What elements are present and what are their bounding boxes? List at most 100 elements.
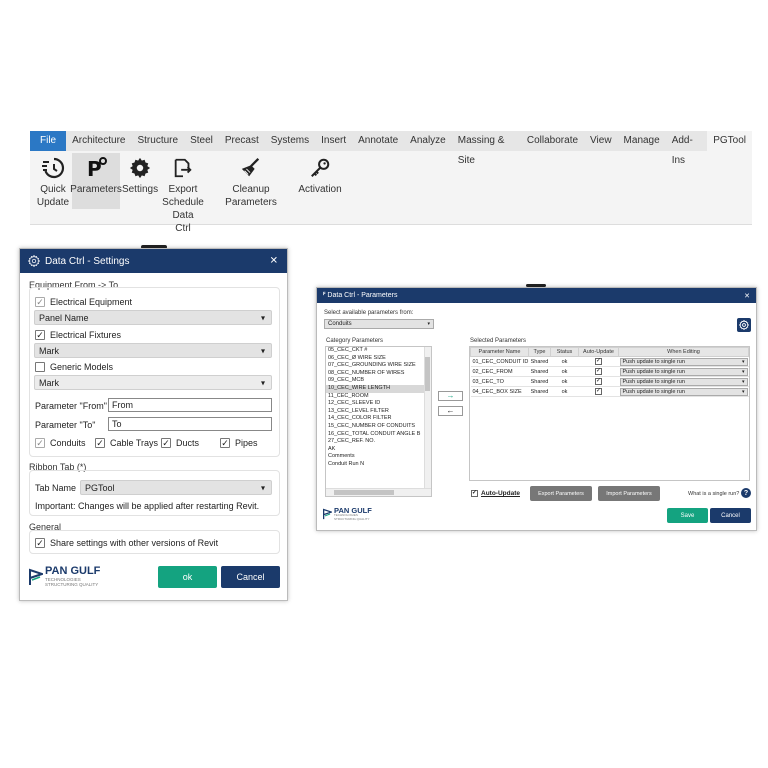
auto-update-checkbox[interactable]: ✓ Auto-Update [471,490,520,497]
share-settings-checkbox[interactable]: ✓ Share settings with other versions of R… [35,538,218,548]
col-auto-update[interactable]: Auto-Update [578,347,619,357]
cell-when-editing[interactable]: Push update to single run ▾ [618,366,749,377]
table-row[interactable]: 04_CEC_BOX SIZE Shared ok ✓ Push update to s… [470,386,749,397]
broom-icon [238,155,264,181]
help-icon[interactable]: ? [741,488,751,498]
cell-auto-update[interactable]: ✓ [578,376,619,387]
list-item[interactable]: 08_CEC_NUMBER OF WIRES [326,370,431,378]
list-item[interactable]: 15_CEC_NUMBER OF CONDUITS [326,423,431,431]
selected-params-grid[interactable]: Parameter Name Type Status Auto-Update W… [469,346,750,481]
tab-massing-site[interactable]: Massing & Site [452,131,521,166]
params-title: Data Ctrl - Parameters [327,292,398,299]
col-type[interactable]: Type [528,347,551,357]
cell-when-editing[interactable]: Push update to single run ▾ [618,356,749,367]
electrical-equipment-checkbox[interactable]: ✓ Electrical Equipment [35,297,132,307]
list-item[interactable]: 09_CEC_MCB [326,377,431,385]
single-run-help-link[interactable]: What is a single run? [688,491,739,497]
cell-auto-update[interactable]: ✓ [578,386,619,397]
params-titlebar[interactable]: ꟳ Data Ctrl - Parameters ✕ [317,288,756,303]
add-parameter-button[interactable]: → [438,391,463,401]
import-parameters-button[interactable]: Import Parameters [598,486,660,501]
pipes-checkbox[interactable]: ✓ Pipes [220,438,258,448]
tab-pgtool[interactable]: PGTool [707,131,752,151]
list-item[interactable]: 07_CEC_GROUNDING WIRE SIZE [326,362,431,370]
tab-file[interactable]: File [30,131,67,151]
cancel-button[interactable]: Cancel [710,508,751,523]
tab-structure[interactable]: Structure [131,131,184,151]
cable-trays-checkbox[interactable]: ✓ Cable Trays [95,438,158,448]
cell-auto-update[interactable]: ✓ [578,366,619,377]
gear-icon [739,320,749,330]
list-item[interactable]: 05_CEC_CKT # [326,347,431,355]
cancel-button[interactable]: Cancel [221,566,280,588]
parameters-button[interactable]: P Parameters [70,153,122,209]
tab-name-dropdown[interactable]: PGTool ▾ [80,480,272,495]
category-source-dropdown[interactable]: Conduits ▾ [324,319,434,329]
scroll-thumb[interactable] [334,490,394,495]
electrical-fixtures-checkbox[interactable]: ✓ Electrical Fixtures [35,330,121,340]
category-params-list[interactable]: 05_CEC_CKT #06_CEC_Ø WIRE SIZE 07_CEC_GRO… [325,346,432,497]
tab-architecture[interactable]: Architecture [66,131,131,151]
tab-analyze[interactable]: Analyze [404,131,452,151]
tab-add-ins[interactable]: Add-Ins [666,131,708,166]
equipment-param-dropdown[interactable]: Panel Name ▾ [34,310,272,325]
tab-steel[interactable]: Steel [184,131,219,151]
param-to-input[interactable]: To [108,417,272,431]
list-item[interactable]: 12_CEC_SLEEVE ID [326,400,431,408]
list-item[interactable]: 10_CEC_WIRE LENGTH [326,384,431,393]
list-item[interactable]: 11_CEC_ROOM [326,393,431,401]
list-item[interactable]: 14_CEC_COLOR FILTER [326,415,431,423]
list-item[interactable]: 13_CEC_LEVEL FILTER [326,408,431,416]
settings-button[interactable] [737,318,751,332]
table-row[interactable]: 03_CEC_TO Shared ok ✓ Push update to single … [470,376,749,387]
close-icon[interactable]: ✕ [744,292,750,300]
settings-titlebar[interactable]: Data Ctrl - Settings ✕ [20,249,287,273]
list-item[interactable]: Conduit Run N [326,461,431,469]
cell-auto-update[interactable]: ✓ [578,356,619,367]
tab-name-label: Tab Name [35,483,77,493]
list-item[interactable]: 06_CEC_Ø WIRE SIZE [326,355,431,363]
when-editing-dropdown[interactable]: Push update to single run ▾ [619,357,748,366]
quick-update-button[interactable]: Quick Update [34,153,72,211]
remove-parameter-button[interactable]: ← [438,406,463,416]
horizontal-scrollbar[interactable] [326,488,431,496]
export-schedule-button[interactable]: Export Schedule Data Ctrl [160,153,206,237]
param-from-input[interactable]: From [108,398,272,412]
save-button[interactable]: Save [667,508,708,523]
conduits-checkbox[interactable]: ✓ Conduits [35,438,86,448]
settings-button[interactable]: Settings [120,153,160,198]
pan-gulf-logo-icon [323,508,332,520]
generic-param-dropdown[interactable]: Mark ▾ [34,375,272,390]
tab-systems[interactable]: Systems [265,131,315,151]
tab-manage[interactable]: Manage [618,131,666,151]
export-parameters-button[interactable]: Export Parameters [530,486,592,501]
vertical-scrollbar[interactable] [424,347,431,490]
ducts-checkbox[interactable]: ✓ Ducts [161,438,199,448]
list-item[interactable]: AK [326,446,431,454]
col-status[interactable]: Status [550,347,579,357]
tab-insert[interactable]: Insert [315,131,352,151]
scroll-thumb[interactable] [425,357,430,391]
when-editing-dropdown[interactable]: Push update to single run ▾ [619,367,748,376]
table-row[interactable]: 01_CEC_CONDUIT ID Shared ok ✓ Push update to… [470,356,749,367]
fixtures-param-dropdown[interactable]: Mark ▾ [34,343,272,358]
col-parameter-name[interactable]: Parameter Name [470,347,529,357]
cell-when-editing[interactable]: Push update to single run ▾ [618,386,749,397]
tab-view[interactable]: View [584,131,618,151]
list-item[interactable]: 27_CEC_REF. NO. [326,438,431,446]
list-item[interactable]: 16_CEC_TOTAL CONDUIT ANGLE B [326,431,431,439]
cleanup-parameters-button[interactable]: Cleanup Parameters [206,153,296,211]
tab-collaborate[interactable]: Collaborate [521,131,584,151]
tab-annotate[interactable]: Annotate [352,131,404,151]
when-editing-dropdown[interactable]: Push update to single run ▾ [619,377,748,386]
generic-models-checkbox[interactable]: Generic Models [35,362,113,372]
cell-when-editing[interactable]: Push update to single run ▾ [618,376,749,387]
list-item[interactable]: Comments [326,453,431,461]
table-row[interactable]: 02_CEC_FROM Shared ok ✓ Push update to singl… [470,366,749,377]
when-editing-dropdown[interactable]: Push update to single run ▾ [619,387,748,396]
close-icon[interactable]: ✕ [270,256,278,267]
tab-precast[interactable]: Precast [219,131,265,151]
col-when-editing[interactable]: When Editing [618,347,749,357]
ok-button[interactable]: ok [158,566,217,588]
activation-button[interactable]: Activation [296,153,344,198]
